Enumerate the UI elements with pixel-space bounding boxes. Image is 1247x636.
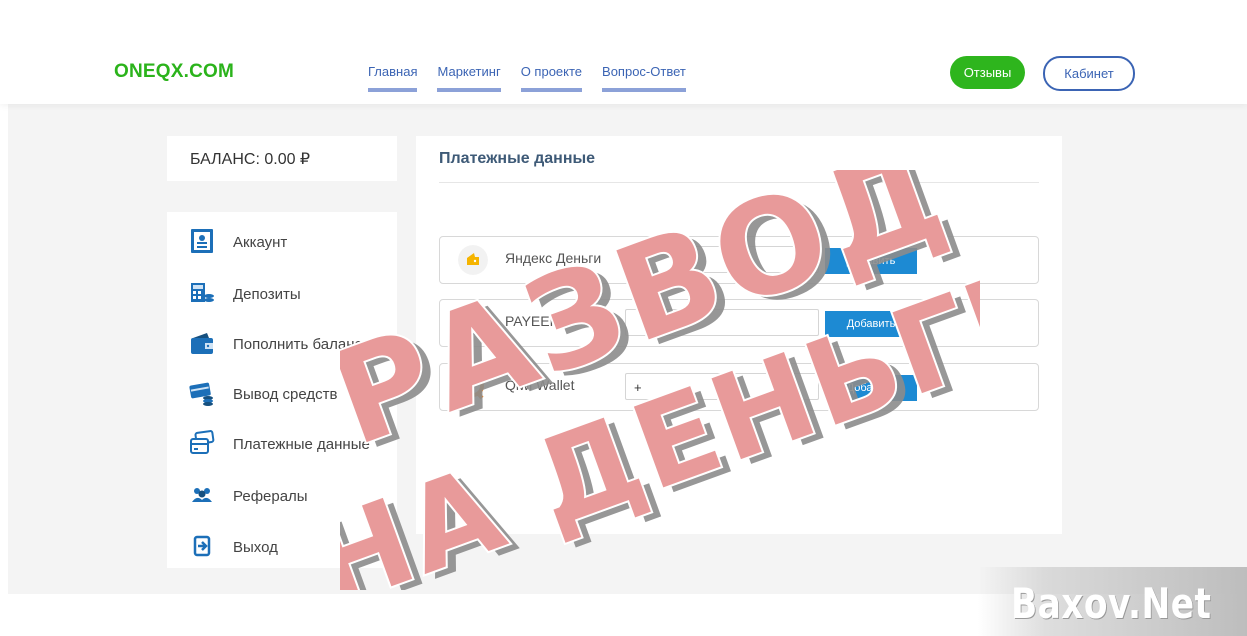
- balance-card: БАЛАНС: 0.00 ₽: [167, 136, 397, 181]
- payment-row-payeer: PAYEER Добавить: [439, 299, 1039, 347]
- yandex-money-icon: [458, 245, 488, 275]
- payment-cards-icon: [190, 430, 215, 454]
- site-header: ONEQX.COM Главная Маркетинг О проекте Во…: [0, 0, 1247, 104]
- calculator-icon: [191, 283, 214, 302]
- payment-method-name: Яндекс Деньги: [505, 250, 602, 266]
- sidebar-item-logout[interactable]: Выход: [167, 533, 397, 563]
- payeer-icon: [461, 311, 485, 335]
- sidebar-item-topup[interactable]: Пополнить баланс: [167, 330, 397, 360]
- reviews-button[interactable]: Отзывы: [950, 56, 1025, 89]
- cabinet-button[interactable]: Кабинет: [1043, 56, 1135, 91]
- sidebar-item-label: Депозиты: [233, 286, 301, 303]
- payment-row-yandex: Яндекс Деньги Добавить: [439, 236, 1039, 284]
- card-coins-icon: [189, 382, 213, 406]
- logout-icon: [193, 535, 211, 557]
- add-yandex-button[interactable]: Добавить: [825, 248, 917, 274]
- nav-about[interactable]: О проекте: [520, 64, 583, 92]
- payment-row-qiwi: Qiwi Wallet + Добавить: [439, 363, 1039, 411]
- balance-label: БАЛАНС: 0.00 ₽: [190, 151, 311, 168]
- sidebar-item-label: Вывод средств: [233, 386, 338, 403]
- yandex-wallet-input[interactable]: [625, 246, 819, 273]
- sidebar-item-payment-details[interactable]: Платежные данные: [167, 430, 397, 460]
- page-title: Платежные данные: [439, 150, 596, 167]
- title-divider: [439, 182, 1039, 183]
- site-watermark: Baxov.Net: [978, 567, 1247, 636]
- qiwi-wallet-input[interactable]: +: [625, 373, 819, 400]
- sidebar-item-label: Платежные данные: [233, 436, 370, 453]
- site-logo[interactable]: ONEQX.COM: [114, 61, 234, 83]
- sidebar-item-withdraw[interactable]: Вывод средств: [167, 380, 397, 410]
- sidebar-item-referrals[interactable]: Рефералы: [167, 482, 397, 512]
- add-qiwi-button[interactable]: Добавить: [825, 375, 917, 401]
- wallet-icon: [191, 333, 213, 354]
- account-card-icon: [191, 229, 213, 253]
- sidebar-item-label: Аккаунт: [233, 234, 288, 251]
- sidebar-item-label: Выход: [233, 539, 278, 556]
- users-icon: [192, 488, 212, 502]
- payment-method-name: PAYEER: [505, 313, 560, 329]
- watermark-text: Baxov.Net: [1010, 579, 1211, 628]
- add-payeer-button[interactable]: Добавить: [825, 311, 917, 337]
- qiwi-icon: [462, 375, 484, 400]
- sidebar-item-label: Пополнить баланс: [233, 336, 362, 353]
- nav-faq[interactable]: Вопрос-Ответ: [602, 64, 686, 92]
- sidebar-menu: Аккаунт Депозиты Пополнить баланс Вывод …: [167, 212, 397, 568]
- sidebar-item-label: Рефералы: [233, 488, 308, 505]
- sidebar-item-account[interactable]: Аккаунт: [167, 228, 397, 258]
- payment-method-name: Qiwi Wallet: [505, 377, 575, 393]
- sidebar-item-deposits[interactable]: Депозиты: [167, 280, 397, 310]
- payeer-wallet-input[interactable]: [625, 309, 819, 336]
- nav-marketing[interactable]: Маркетинг: [437, 64, 501, 92]
- main-nav: Главная Маркетинг О проекте Вопрос-Ответ: [368, 64, 706, 92]
- payment-data-panel: Платежные данные Яндекс Деньги Добавить …: [416, 136, 1062, 534]
- nav-home[interactable]: Главная: [368, 64, 418, 92]
